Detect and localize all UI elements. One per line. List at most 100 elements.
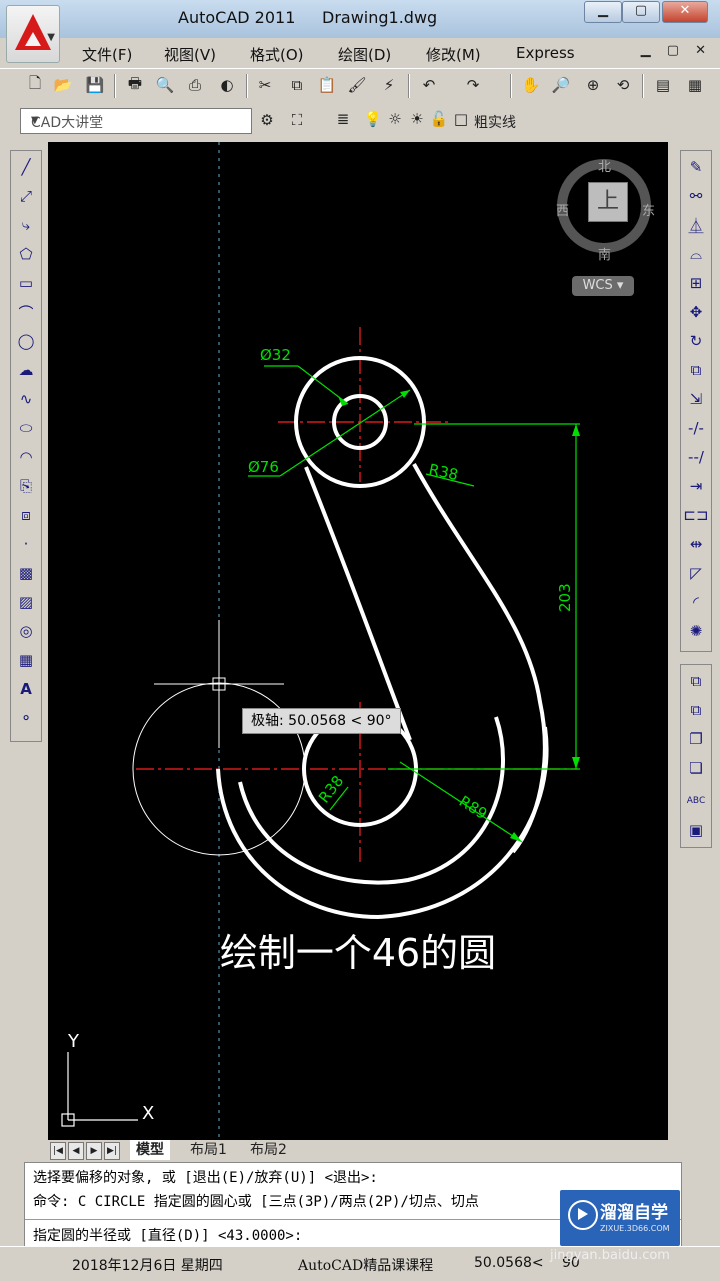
bring-above-icon[interactable]: ❐ (683, 727, 709, 751)
scale-icon[interactable]: ⧉ (683, 358, 709, 382)
application-menu-button[interactable]: ▼ (6, 5, 60, 63)
tab-layout2[interactable]: 布局2 (244, 1140, 293, 1160)
print-icon[interactable]: 🖶 (124, 74, 146, 96)
array-icon[interactable]: ⊞ (683, 271, 709, 295)
minimize-button[interactable]: ▁ (584, 1, 622, 23)
break-icon[interactable]: ⊏⊐ (683, 503, 709, 527)
file-title: Drawing1.dwg (322, 8, 438, 27)
pan-icon[interactable]: ✋ (520, 74, 542, 96)
arc-icon[interactable]: ⌒ (13, 300, 39, 324)
tab-layout1[interactable]: 布局1 (184, 1140, 233, 1160)
undo-icon[interactable]: ↶ (418, 74, 440, 96)
compass-south[interactable]: 南 (598, 244, 611, 263)
send-under-icon[interactable]: ❏ (683, 756, 709, 780)
drawing-canvas[interactable]: Ø32 Ø76 R38 203 R38 R89 Y X 北 西 东 南 上 WC… (48, 142, 668, 1140)
cut-icon[interactable]: ✂ (254, 74, 276, 96)
rotate-icon[interactable]: ↻ (683, 329, 709, 353)
layer-control[interactable]: ≣ 💡 ☼ ☀ 🔓 □ 粗实线 (328, 108, 720, 132)
construction-line-icon[interactable]: ⤢ (13, 184, 39, 208)
match-properties-icon[interactable]: 🖌 (346, 74, 368, 96)
stretch-icon[interactable]: ⇲ (683, 387, 709, 411)
menu-draw[interactable]: 绘图(D) (338, 44, 391, 65)
hatch-icon[interactable]: ▩ (13, 561, 39, 585)
document-window-controls[interactable]: ▁ ▢ ✕ (641, 43, 712, 58)
copy-icon[interactable]: ⧉ (286, 74, 308, 96)
hatch-back-icon[interactable]: ▣ (683, 818, 709, 842)
table-icon[interactable]: ▦ (13, 648, 39, 672)
tab-model[interactable]: 模型 (130, 1140, 170, 1160)
multiline-text-icon[interactable]: A (13, 677, 39, 701)
publish-icon[interactable]: ◐ (216, 74, 238, 96)
command-prompt[interactable]: 指定圆的半径或 [直径(D)] <43.0000>: (33, 1225, 302, 1245)
trim-icon[interactable]: -/- (683, 416, 709, 440)
send-to-back-icon[interactable]: ⧉ (683, 698, 709, 722)
erase-icon[interactable]: ✎ (683, 155, 709, 179)
dim-style-icon[interactable]: ⛶ (286, 109, 308, 131)
text-front-icon[interactable]: ABC (683, 789, 709, 813)
polyline-icon[interactable]: ⤷ (13, 213, 39, 237)
design-center-icon[interactable]: ▦ (684, 74, 706, 96)
rectangle-icon[interactable]: ▭ (13, 271, 39, 295)
mirror-icon[interactable]: ⏅ (683, 213, 709, 237)
compass-east[interactable]: 东 (642, 200, 655, 219)
menu-view[interactable]: 视图(V) (164, 44, 216, 65)
command-history-line: 命令: C CIRCLE 指定圆的圆心或 [三点(3P)/两点(2P)/切点、切… (33, 1194, 479, 1210)
offset-icon[interactable]: ⌓ (683, 242, 709, 266)
polygon-icon[interactable]: ⬠ (13, 242, 39, 266)
break-at-point-icon[interactable]: ⇥ (683, 474, 709, 498)
new-file-icon[interactable]: 🗋 (24, 74, 46, 96)
status-date: 2018年12月6日 星期四 (72, 1258, 223, 1274)
zoom-window-icon[interactable]: ⊕ (582, 74, 604, 96)
close-button[interactable]: ✕ (662, 1, 708, 23)
last-tab-icon[interactable]: ▶| (104, 1142, 120, 1160)
extend-icon[interactable]: --/ (683, 445, 709, 469)
spline-icon[interactable]: ∿ (13, 387, 39, 411)
text-style-select[interactable]: CAD大讲堂 ▼ (20, 108, 252, 134)
redo-icon[interactable]: ↷ (462, 74, 484, 96)
maximize-button[interactable]: ▢ (622, 1, 660, 23)
watermark-url: jingyan.baidu.com (550, 1248, 670, 1263)
explode-icon[interactable]: ✺ (683, 619, 709, 643)
print-preview-icon[interactable]: 🔍 (154, 74, 176, 96)
plot-icon[interactable]: ⎙ (184, 74, 206, 96)
next-tab-icon[interactable]: ▶ (86, 1142, 102, 1160)
ellipse-icon[interactable]: ⬭ (13, 416, 39, 440)
compass-west[interactable]: 西 (556, 200, 569, 219)
gradient-icon[interactable]: ▨ (13, 590, 39, 614)
line-icon[interactable]: ╱ (13, 155, 39, 179)
compass-north[interactable]: 北 (598, 156, 611, 175)
zoom-realtime-icon[interactable]: 🔎 (550, 74, 572, 96)
copy-object-icon[interactable]: ⚯ (683, 184, 709, 208)
save-icon[interactable]: 💾 (84, 74, 106, 96)
move-icon[interactable]: ✥ (683, 300, 709, 324)
menu-format[interactable]: 格式(O) (250, 44, 304, 65)
prev-tab-icon[interactable]: ◀ (68, 1142, 84, 1160)
layer-manager-icon[interactable]: ≣ (332, 108, 354, 130)
point-icon[interactable]: · (13, 532, 39, 556)
fillet-icon[interactable]: ◜ (683, 590, 709, 614)
revision-cloud-icon[interactable]: ☁ (13, 358, 39, 382)
first-tab-icon[interactable]: |◀ (50, 1142, 66, 1160)
paste-icon[interactable]: 📋 (316, 74, 338, 96)
ellipse-arc-icon[interactable]: ◠ (13, 445, 39, 469)
region-icon[interactable]: ◎ (13, 619, 39, 643)
open-folder-icon[interactable]: 📂 (52, 74, 74, 96)
chamfer-icon[interactable]: ◸ (683, 561, 709, 585)
add-selected-icon[interactable]: ⚬ (13, 706, 39, 730)
menu-file[interactable]: 文件(F) (82, 44, 132, 65)
draw-toolbar: ╱ ⤢ ⤷ ⬠ ▭ ⌒ ◯ ☁ ∿ ⬭ ◠ ⎘ ⧈ · ▩ ▨ ◎ ▦ A ⚬ (10, 150, 42, 742)
bring-to-front-icon[interactable]: ⧉ (683, 669, 709, 693)
text-style-settings-icon[interactable]: ⚙ (256, 109, 278, 131)
wcs-menu-button[interactable]: WCS ▾ (572, 276, 634, 296)
menu-express[interactable]: Express (516, 44, 575, 62)
menu-modify[interactable]: 修改(M) (426, 44, 481, 65)
zoom-previous-icon[interactable]: ⟲ (612, 74, 634, 96)
properties-icon[interactable]: ▤ (652, 74, 674, 96)
join-icon[interactable]: ⇹ (683, 532, 709, 556)
insert-block-icon[interactable]: ⎘ (13, 474, 39, 498)
status-coordinates[interactable]: 50.0568< (474, 1255, 544, 1271)
block-editor-icon[interactable]: ⚡ (378, 74, 400, 96)
make-block-icon[interactable]: ⧈ (13, 503, 39, 527)
viewcube-top-face[interactable]: 上 (588, 182, 628, 222)
circle-icon[interactable]: ◯ (13, 329, 39, 353)
